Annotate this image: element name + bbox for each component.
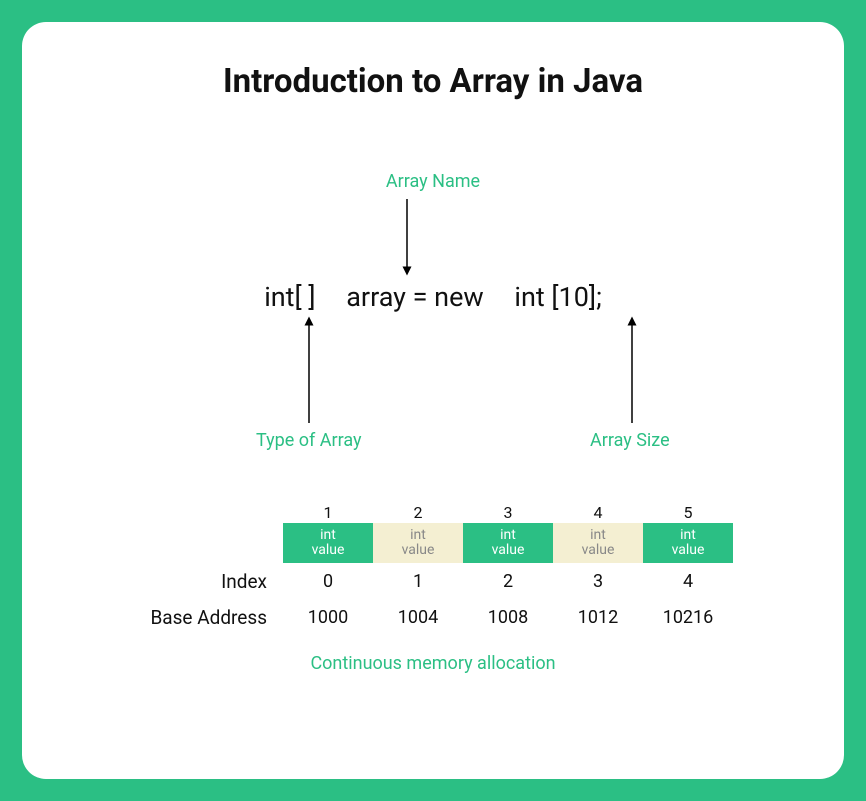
memory-address: 1000 bbox=[283, 599, 373, 635]
memory-value-box: intvalue bbox=[373, 523, 463, 563]
memory-area: 12345intvalueintvalueintvalueintvalueint… bbox=[52, 501, 814, 674]
memory-position: 2 bbox=[373, 501, 463, 523]
memory-value-box: intvalue bbox=[643, 523, 733, 563]
memory-value-box: intvalue bbox=[283, 523, 373, 563]
memory-index: 2 bbox=[463, 563, 553, 599]
memory-value-cell: intvalue bbox=[643, 523, 733, 563]
memory-address: 1004 bbox=[373, 599, 463, 635]
memory-row-label: Base Address bbox=[133, 599, 283, 635]
memory-address: 1012 bbox=[553, 599, 643, 635]
memory-value-box: intvalue bbox=[463, 523, 553, 563]
code-name-new: array = new bbox=[346, 281, 483, 313]
code-declaration: int[ ] array = new int [10]; bbox=[52, 281, 814, 313]
memory-index: 0 bbox=[283, 563, 373, 599]
memory-row-label bbox=[133, 501, 283, 523]
label-type-of-array: Type of Array bbox=[256, 430, 362, 451]
memory-position: 4 bbox=[553, 501, 643, 523]
memory-index: 3 bbox=[553, 563, 643, 599]
code-size: int [10]; bbox=[514, 281, 601, 313]
memory-row-label: Index bbox=[133, 563, 283, 599]
memory-index: 4 bbox=[643, 563, 733, 599]
memory-footer: Continuous memory allocation bbox=[52, 653, 814, 674]
memory-value-box: intvalue bbox=[553, 523, 643, 563]
memory-index: 1 bbox=[373, 563, 463, 599]
memory-row-label bbox=[133, 523, 283, 563]
memory-value-cell: intvalue bbox=[553, 523, 643, 563]
memory-value-cell: intvalue bbox=[283, 523, 373, 563]
memory-address: 1008 bbox=[463, 599, 553, 635]
label-array-size: Array Size bbox=[590, 430, 670, 451]
memory-position: 1 bbox=[283, 501, 373, 523]
memory-position: 5 bbox=[643, 501, 733, 523]
diagram-card: Introduction to Array in Java Array Name… bbox=[22, 22, 844, 779]
memory-value-cell: intvalue bbox=[463, 523, 553, 563]
memory-table: 12345intvalueintvalueintvalueintvalueint… bbox=[133, 501, 733, 635]
memory-address: 10216 bbox=[643, 599, 733, 635]
diagram-title: Introduction to Array in Java bbox=[52, 62, 814, 101]
declaration-area: Array Name Type of Array Array Size int[… bbox=[52, 171, 814, 451]
memory-position: 3 bbox=[463, 501, 553, 523]
code-type: int[ ] bbox=[264, 281, 315, 313]
label-array-name: Array Name bbox=[386, 171, 480, 192]
memory-value-cell: intvalue bbox=[373, 523, 463, 563]
